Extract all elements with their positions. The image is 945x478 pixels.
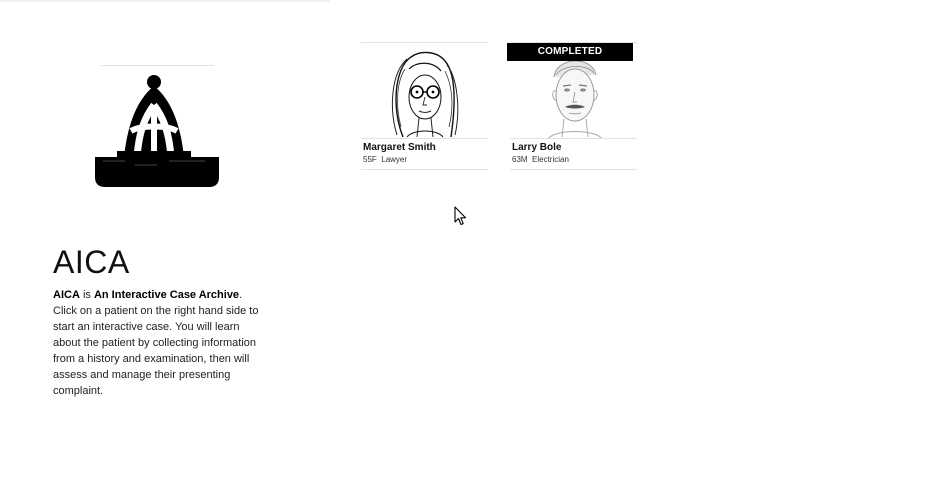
- card-mid-divider: [361, 138, 488, 139]
- intro-body: . Click on a patient on the right hand s…: [53, 289, 259, 397]
- patient-name: Larry Bole: [512, 142, 562, 153]
- patient-meta: 55F Lawyer: [363, 155, 407, 164]
- top-strip: [0, 0, 330, 2]
- patient-age-sex: 63M: [512, 155, 528, 164]
- patient-name: Margaret Smith: [363, 142, 436, 153]
- intro-app-name: AICA: [53, 289, 80, 301]
- patient-occupation: Lawyer: [381, 155, 408, 164]
- card-mid-divider: [510, 138, 637, 139]
- intro-connector: is: [79, 289, 94, 301]
- patient-card-margaret-smith[interactable]: Margaret Smith 55F Lawyer: [361, 42, 488, 170]
- app-title: AICA: [53, 244, 130, 280]
- intro-expansion: An Interactive Case Archive: [93, 289, 240, 301]
- patient-card-larry-bole[interactable]: Larry Bole 63M Electrician: [510, 42, 637, 170]
- completed-badge: COMPLETED: [507, 43, 633, 61]
- card-bottom-divider: [510, 169, 637, 170]
- patient-meta: 63M Electrician: [512, 155, 569, 164]
- dome-logo-icon: [95, 75, 219, 187]
- card-bottom-divider: [361, 169, 488, 170]
- woman-glasses-portrait: [391, 51, 459, 138]
- patient-age-sex: 55F: [363, 155, 377, 164]
- card-top-divider: [361, 42, 488, 43]
- patient-occupation: Electrician: [532, 155, 569, 164]
- mouse-pointer-icon: [454, 206, 467, 226]
- intro-text: AICA is An Interactive Case Archive. Cli…: [53, 287, 265, 399]
